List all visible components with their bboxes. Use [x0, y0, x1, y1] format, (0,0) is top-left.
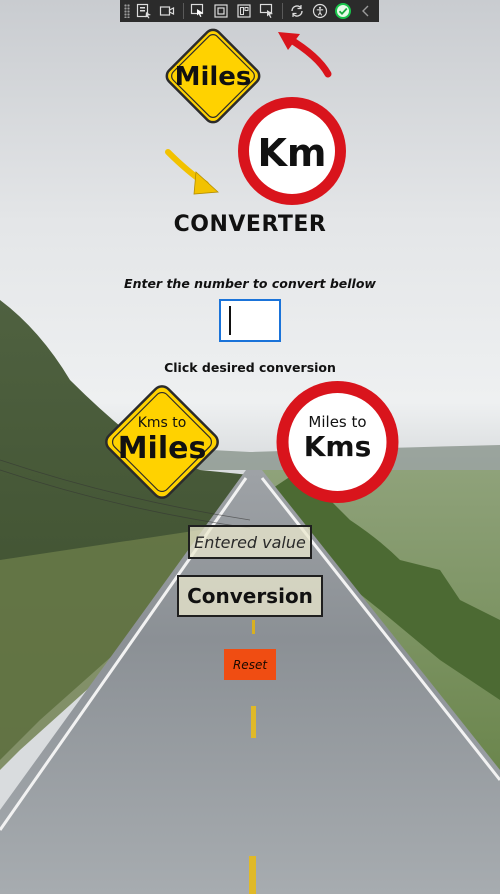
collapse-chevron-icon[interactable] — [356, 1, 377, 21]
video-icon[interactable] — [157, 1, 178, 21]
svg-text:Miles: Miles — [175, 62, 252, 92]
kms-to-miles-button[interactable]: Kms to Miles — [100, 380, 224, 504]
entered-value-display: Entered value — [188, 525, 312, 559]
curved-arrow-icon — [278, 32, 332, 78]
gripper-icon[interactable] — [124, 4, 130, 18]
miles-to-kms-line2: Kms — [304, 430, 372, 463]
kms-to-miles-line1: Kms to — [138, 415, 187, 431]
debug-toolbar — [120, 0, 379, 22]
kms-to-miles-line2: Miles — [118, 431, 207, 466]
layout-adorner-icon[interactable] — [233, 1, 254, 21]
rect-select-icon[interactable] — [210, 1, 231, 21]
hot-reload-icon[interactable] — [286, 1, 307, 21]
miles-sign-logo-icon: Miles — [165, 28, 261, 124]
conversion-result-display: Conversion — [177, 575, 323, 617]
input-prompt-label: Enter the number to convert bellow — [124, 276, 376, 291]
toolbar-separator — [183, 3, 184, 19]
conversion-instruction-label: Click desired conversion — [164, 360, 336, 375]
select-element-icon[interactable] — [134, 1, 155, 21]
toolbar-separator — [282, 3, 284, 19]
miles-to-kms-line1: Miles to — [308, 413, 366, 431]
km-sign-logo-icon: Km — [238, 97, 346, 205]
app-logo: Miles Km — [165, 28, 346, 205]
accessibility-icon[interactable] — [310, 1, 331, 21]
pointer-icon[interactable] — [187, 1, 208, 21]
track-focus-icon[interactable] — [256, 1, 277, 21]
reset-button[interactable]: Reset — [224, 649, 276, 680]
yellow-arrow-icon — [165, 149, 219, 195]
app-title: CONVERTER — [173, 212, 327, 237]
svg-text:Km: Km — [257, 131, 326, 175]
text-caret — [229, 306, 231, 335]
miles-to-kms-button[interactable]: Miles to Kms — [275, 380, 400, 504]
check-circle-icon[interactable] — [333, 1, 354, 21]
